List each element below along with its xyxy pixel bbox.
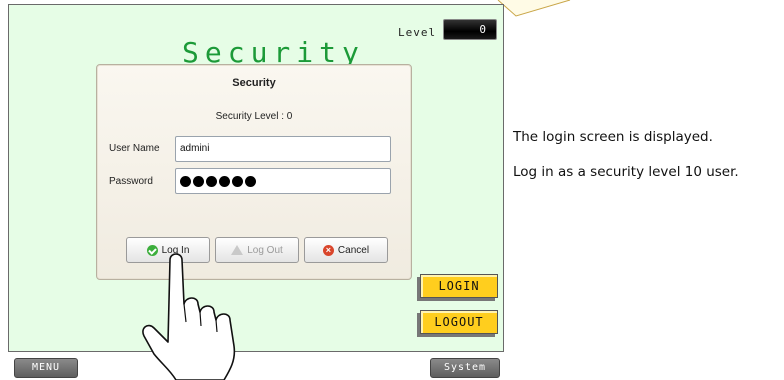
cancel-button[interactable]: × Cancel [304,237,388,263]
dialog-title: Security [232,77,276,89]
cancel-label: Cancel [337,244,370,256]
user-name-input[interactable]: admini [175,136,391,162]
password-mask-dot [180,175,191,187]
log-in-button[interactable]: Log In [126,237,210,263]
instruction-text: Log in as a security level 10 user. [513,164,739,180]
password-mask-dot [219,175,230,187]
log-out-label: Log Out [247,244,283,256]
system-button[interactable]: System [430,358,500,378]
password-mask-dot [206,175,217,187]
password-mask-dot [245,175,256,187]
level-label: Level [398,26,437,39]
log-in-label: Log In [161,244,190,256]
password-input[interactable] [175,168,391,194]
cancel-icon: × [322,244,334,256]
password-mask-dot [193,175,204,187]
security-level-text: Security Level : 0 [215,111,293,122]
user-name-label: User Name [109,143,160,154]
warning-icon [231,245,244,255]
logout-button[interactable]: LOGOUT [420,310,498,334]
log-out-button[interactable]: Log Out [215,237,299,263]
instruction-text: The login screen is displayed. [513,129,713,145]
menu-button[interactable]: MENU [14,358,78,378]
login-button[interactable]: LOGIN [420,274,498,298]
level-display: 0 [443,19,497,40]
password-mask-dot [232,175,243,187]
checkmark-icon [146,244,158,256]
password-label: Password [109,176,153,187]
